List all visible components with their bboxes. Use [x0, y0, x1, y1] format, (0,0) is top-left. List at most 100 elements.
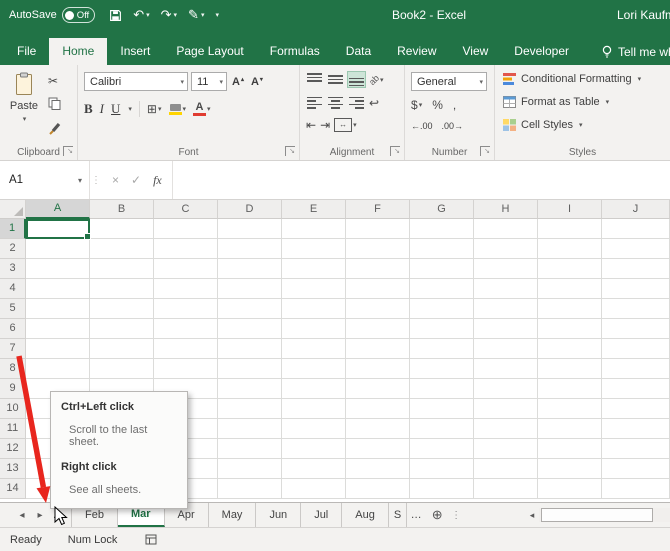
scrollbar-track[interactable] — [539, 508, 670, 522]
dots-separator-icon[interactable]: ⋮ — [90, 161, 102, 199]
cell-I11[interactable] — [538, 419, 602, 439]
cell-I7[interactable] — [538, 339, 602, 359]
autosave-pill[interactable]: Off — [61, 7, 96, 23]
cell-I10[interactable] — [538, 399, 602, 419]
cell-I5[interactable] — [538, 299, 602, 319]
cell-D12[interactable] — [218, 439, 282, 459]
cell-J10[interactable] — [602, 399, 670, 419]
formula-input[interactable] — [172, 161, 670, 199]
next-sheet-button[interactable]: ▸ — [31, 503, 49, 527]
sheet-tab-may[interactable]: May — [209, 503, 257, 527]
cell-F9[interactable] — [346, 379, 410, 399]
ribbon-tab-file[interactable]: File — [4, 38, 49, 65]
name-box[interactable]: A1 ▾ — [0, 161, 90, 199]
cell-I9[interactable] — [538, 379, 602, 399]
decrease-indent-button[interactable]: ⇤ — [306, 118, 316, 132]
grow-font-button[interactable]: A ▴ — [230, 76, 246, 88]
tell-me-box[interactable]: Tell me what you want to do — [601, 45, 670, 59]
cell-J8[interactable] — [602, 359, 670, 379]
cell-E8[interactable] — [282, 359, 346, 379]
cell-A4[interactable] — [26, 279, 90, 299]
row-header-7[interactable]: 7 — [0, 339, 26, 359]
cell-F5[interactable] — [346, 299, 410, 319]
cell-D6[interactable] — [218, 319, 282, 339]
cell-E5[interactable] — [282, 299, 346, 319]
cell-J1[interactable] — [602, 219, 670, 239]
cell-B3[interactable] — [90, 259, 154, 279]
cell-G1[interactable] — [410, 219, 474, 239]
cell-H3[interactable] — [474, 259, 538, 279]
cell-J7[interactable] — [602, 339, 670, 359]
bold-button[interactable]: B — [84, 101, 93, 117]
cell-B7[interactable] — [90, 339, 154, 359]
undo-button[interactable]: ↶ ▾ — [133, 7, 149, 23]
cell-H11[interactable] — [474, 419, 538, 439]
cell-H6[interactable] — [474, 319, 538, 339]
cell-B2[interactable] — [90, 239, 154, 259]
cell-E11[interactable] — [282, 419, 346, 439]
cell-D2[interactable] — [218, 239, 282, 259]
column-header-C[interactable]: C — [154, 200, 218, 219]
scrollbar-thumb[interactable] — [541, 508, 653, 522]
cell-F13[interactable] — [346, 459, 410, 479]
row-header-6[interactable]: 6 — [0, 319, 26, 339]
tab-splitter-handle[interactable]: ⋮ — [449, 503, 463, 527]
cell-A3[interactable] — [26, 259, 90, 279]
cell-I12[interactable] — [538, 439, 602, 459]
cell-E2[interactable] — [282, 239, 346, 259]
cell-I3[interactable] — [538, 259, 602, 279]
currency-button[interactable]: $ ▾ — [411, 98, 422, 112]
cell-B4[interactable] — [90, 279, 154, 299]
cell-G14[interactable] — [410, 479, 474, 499]
cell-F1[interactable] — [346, 219, 410, 239]
cell-styles-button[interactable]: Cell Styles ▾ — [503, 119, 582, 131]
cell-I8[interactable] — [538, 359, 602, 379]
customize-qat-button[interactable]: ▾ — [215, 11, 219, 19]
comma-style-button[interactable]: , — [453, 98, 456, 112]
cell-I6[interactable] — [538, 319, 602, 339]
previous-sheet-button[interactable]: ◂ — [13, 503, 31, 527]
ribbon-tab-home[interactable]: Home — [49, 38, 108, 65]
row-header-3[interactable]: 3 — [0, 259, 26, 279]
pen-mode-button[interactable]: ✎ ▾ — [188, 7, 204, 23]
column-header-H[interactable]: H — [474, 200, 538, 219]
cell-I4[interactable] — [538, 279, 602, 299]
ribbon-tab-data[interactable]: Data — [333, 38, 384, 65]
cell-C7[interactable] — [154, 339, 218, 359]
hidden-tabs-right-icon[interactable]: … — [407, 503, 425, 527]
cell-E10[interactable] — [282, 399, 346, 419]
cell-H9[interactable] — [474, 379, 538, 399]
cell-C6[interactable] — [154, 319, 218, 339]
cell-G5[interactable] — [410, 299, 474, 319]
cell-G13[interactable] — [410, 459, 474, 479]
cell-E3[interactable] — [282, 259, 346, 279]
cell-B5[interactable] — [90, 299, 154, 319]
cell-H8[interactable] — [474, 359, 538, 379]
cell-A8[interactable] — [26, 359, 90, 379]
cell-A7[interactable] — [26, 339, 90, 359]
align-center-button[interactable] — [327, 95, 344, 110]
cell-F11[interactable] — [346, 419, 410, 439]
alignment-dialog-launcher[interactable]: ↘ — [390, 146, 400, 156]
cell-I13[interactable] — [538, 459, 602, 479]
column-header-G[interactable]: G — [410, 200, 474, 219]
redo-button[interactable]: ↷ ▾ — [161, 7, 177, 23]
column-header-I[interactable]: I — [538, 200, 602, 219]
cell-G6[interactable] — [410, 319, 474, 339]
cell-C2[interactable] — [154, 239, 218, 259]
cell-H1[interactable] — [474, 219, 538, 239]
sheet-tab-partial[interactable]: S — [389, 503, 408, 527]
cell-G2[interactable] — [410, 239, 474, 259]
cell-D10[interactable] — [218, 399, 282, 419]
cut-button[interactable]: ✂ — [48, 74, 58, 88]
cell-J3[interactable] — [602, 259, 670, 279]
cell-F8[interactable] — [346, 359, 410, 379]
save-button[interactable] — [109, 9, 122, 22]
format-painter-button[interactable] — [48, 122, 61, 138]
merge-center-button[interactable]: ↔ ▾ — [334, 118, 357, 132]
cell-C4[interactable] — [154, 279, 218, 299]
cell-F3[interactable] — [346, 259, 410, 279]
cell-F12[interactable] — [346, 439, 410, 459]
row-header-9[interactable]: 9 — [0, 379, 26, 399]
cell-J14[interactable] — [602, 479, 670, 499]
